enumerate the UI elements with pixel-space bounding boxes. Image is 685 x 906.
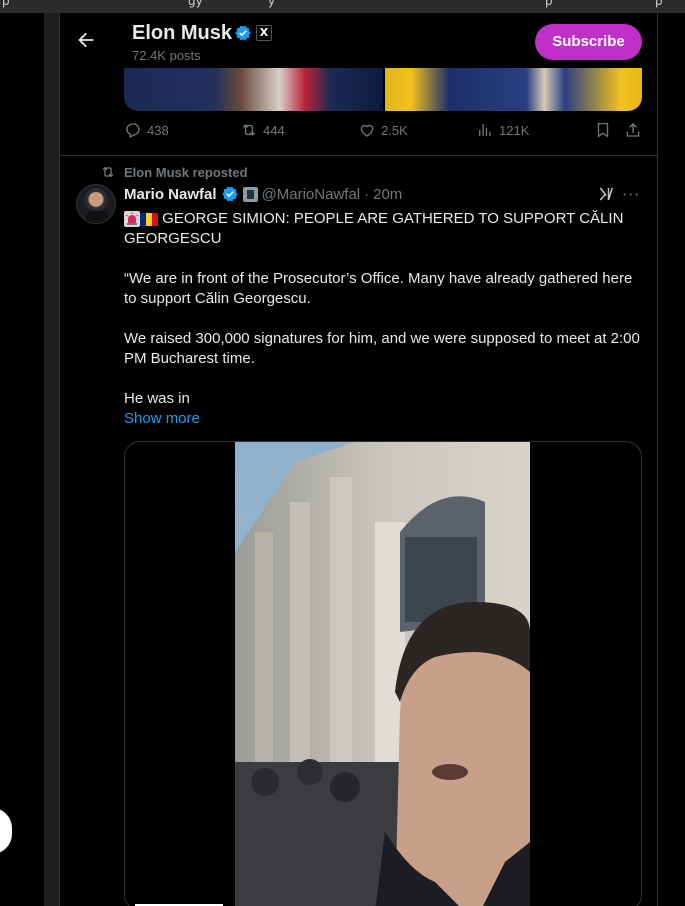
post-handle[interactable]: @MarioNawfal — [262, 186, 361, 203]
views-icon — [479, 124, 491, 136]
romania-flag-icon — [140, 212, 158, 226]
tab-fragment: gy — [188, 0, 203, 8]
tab-fragment: y — [268, 0, 276, 8]
post-paragraph: “We are in front of the Prosecutor’s Off… — [124, 270, 633, 307]
video-frame — [235, 442, 530, 906]
post-time[interactable]: 20m — [373, 186, 402, 203]
post-action-bar: 438 444 2.5K 121K — [124, 121, 644, 145]
back-arrow-icon[interactable] — [75, 29, 97, 51]
x-badge-icon: X — [256, 25, 272, 41]
post-count: 72.4K posts — [132, 48, 201, 63]
video-player[interactable] — [235, 442, 530, 906]
verified-icon — [221, 186, 238, 202]
scroll-rail — [44, 13, 60, 906]
tab-fragment: p — [2, 0, 10, 8]
verified-icon — [235, 25, 251, 41]
post-paragraph: We raised 300,000 signatures for him, an… — [124, 330, 640, 367]
like-count: 2.5K — [381, 122, 408, 138]
avatar[interactable] — [76, 184, 116, 224]
column-border-right — [657, 13, 658, 906]
repost-icon — [242, 124, 256, 136]
like-button[interactable]: 2.5K — [358, 121, 408, 139]
share-icon — [626, 123, 640, 137]
post-author-name[interactable]: Mario Nawfal — [124, 186, 217, 203]
repost-icon — [102, 166, 114, 178]
reply-button[interactable]: 438 — [124, 121, 169, 139]
reply-count: 438 — [147, 122, 169, 138]
column-border — [59, 13, 60, 906]
media-image[interactable] — [385, 68, 642, 111]
post-divider — [60, 155, 657, 156]
post-headline: GEORGE SIMION: PEOPLE ARE GATHERED TO SU… — [124, 210, 624, 247]
tab-fragment: p — [655, 0, 663, 8]
repost-count: 444 — [263, 122, 285, 138]
tab-fragment: p — [545, 0, 553, 8]
more-menu-icon[interactable]: ... — [8, 901, 18, 906]
views-count: 121K — [499, 122, 530, 138]
bookmark-icon — [597, 122, 609, 138]
reply-icon — [126, 123, 140, 138]
profile-name: Elon Musk — [132, 22, 233, 44]
post-paragraph: He was in — [124, 390, 190, 407]
media-image[interactable] — [124, 68, 383, 111]
previous-post-media[interactable] — [124, 68, 642, 111]
left-sidebar: ... — [0, 13, 60, 906]
subscribe-button[interactable]: Subscribe — [535, 24, 642, 60]
siren-icon — [124, 211, 140, 228]
share-button[interactable] — [624, 121, 642, 139]
floating-action-button[interactable] — [0, 808, 12, 854]
like-icon — [360, 124, 374, 137]
profile-badges: X — [234, 24, 272, 42]
show-more-link[interactable]: Show more — [124, 409, 644, 429]
post-separator: · — [364, 185, 370, 203]
repost-button[interactable]: 444 — [240, 121, 285, 139]
views-button[interactable]: 121K — [476, 121, 529, 139]
profile-header: Elon Musk X 72.4K posts Subscribe — [60, 13, 657, 68]
bookmark-button[interactable] — [594, 121, 612, 139]
repost-indicator[interactable]: Elon Musk reposted — [100, 164, 248, 180]
repost-label: Elon Musk reposted — [124, 164, 248, 180]
post-body: GEORGE SIMION: PEOPLE ARE GATHERED TO SU… — [124, 209, 644, 429]
affiliate-badge-icon — [242, 186, 258, 202]
post-media[interactable] — [124, 441, 642, 906]
grok-icon[interactable] — [598, 185, 616, 203]
more-icon[interactable]: ··· — [622, 185, 640, 204]
post-header: Mario Nawfal @MarioNawfal · 20m — [124, 185, 402, 203]
browser-tab-strip: p gy y p p — [0, 0, 685, 13]
